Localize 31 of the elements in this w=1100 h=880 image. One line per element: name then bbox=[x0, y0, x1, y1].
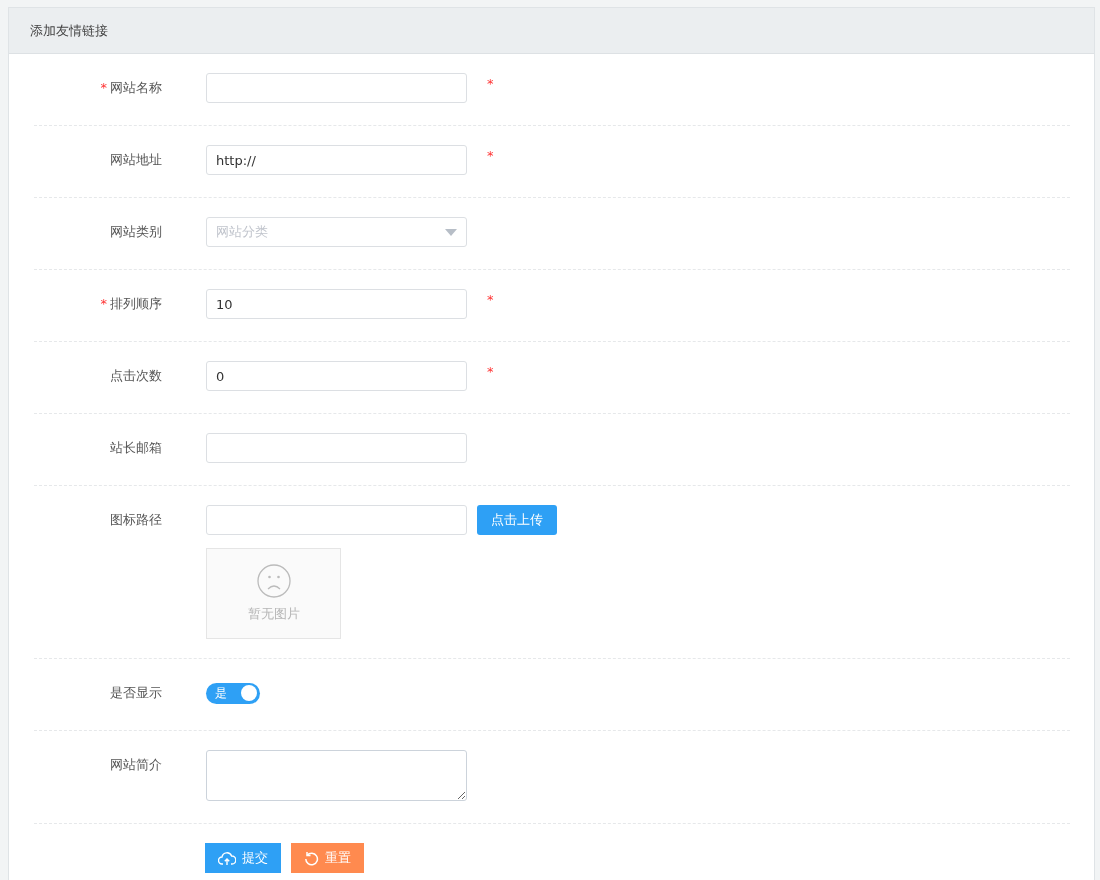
field-label: * 网站名称 bbox=[99, 79, 163, 97]
required-mark: * bbox=[487, 75, 494, 93]
refresh-icon bbox=[304, 850, 319, 866]
panel-title: 添加友情链接 bbox=[30, 21, 108, 40]
submit-button[interactable]: 提交 bbox=[205, 843, 281, 873]
field-label: 点击次数 bbox=[109, 367, 163, 385]
field-label: 站长邮箱 bbox=[109, 439, 163, 457]
field-label: * 排列顺序 bbox=[99, 295, 163, 313]
input-field[interactable]: 10 bbox=[206, 289, 467, 319]
required-mark: * bbox=[487, 363, 494, 381]
field-label: 图标路径 bbox=[109, 511, 163, 529]
input-field[interactable] bbox=[206, 73, 467, 103]
input-field[interactable] bbox=[206, 433, 467, 463]
placeholder-text: 暂无图片 bbox=[247, 604, 300, 623]
field-label: 网站简介 bbox=[109, 756, 163, 774]
upload-button[interactable]: 点击上传 bbox=[477, 505, 557, 535]
textarea-field[interactable] bbox=[206, 750, 467, 801]
required-mark: * bbox=[487, 291, 494, 309]
field-label: 是否显示 bbox=[109, 684, 163, 702]
field-label: 网站类别 bbox=[109, 223, 163, 241]
input-field[interactable]: http:// bbox=[206, 145, 467, 175]
select-field[interactable]: 网站分类 bbox=[206, 217, 467, 247]
caret-icon bbox=[445, 228, 457, 236]
required-mark: * bbox=[487, 147, 494, 165]
toggle-switch[interactable]: 是 bbox=[206, 682, 260, 704]
reset-button[interactable]: 重置 bbox=[291, 843, 364, 873]
field-label: 网站地址 bbox=[109, 151, 163, 169]
input-field[interactable] bbox=[206, 505, 467, 535]
input-field[interactable]: 0 bbox=[206, 361, 467, 391]
sad-face-icon bbox=[256, 563, 291, 598]
cloud-upload-icon bbox=[218, 850, 236, 866]
